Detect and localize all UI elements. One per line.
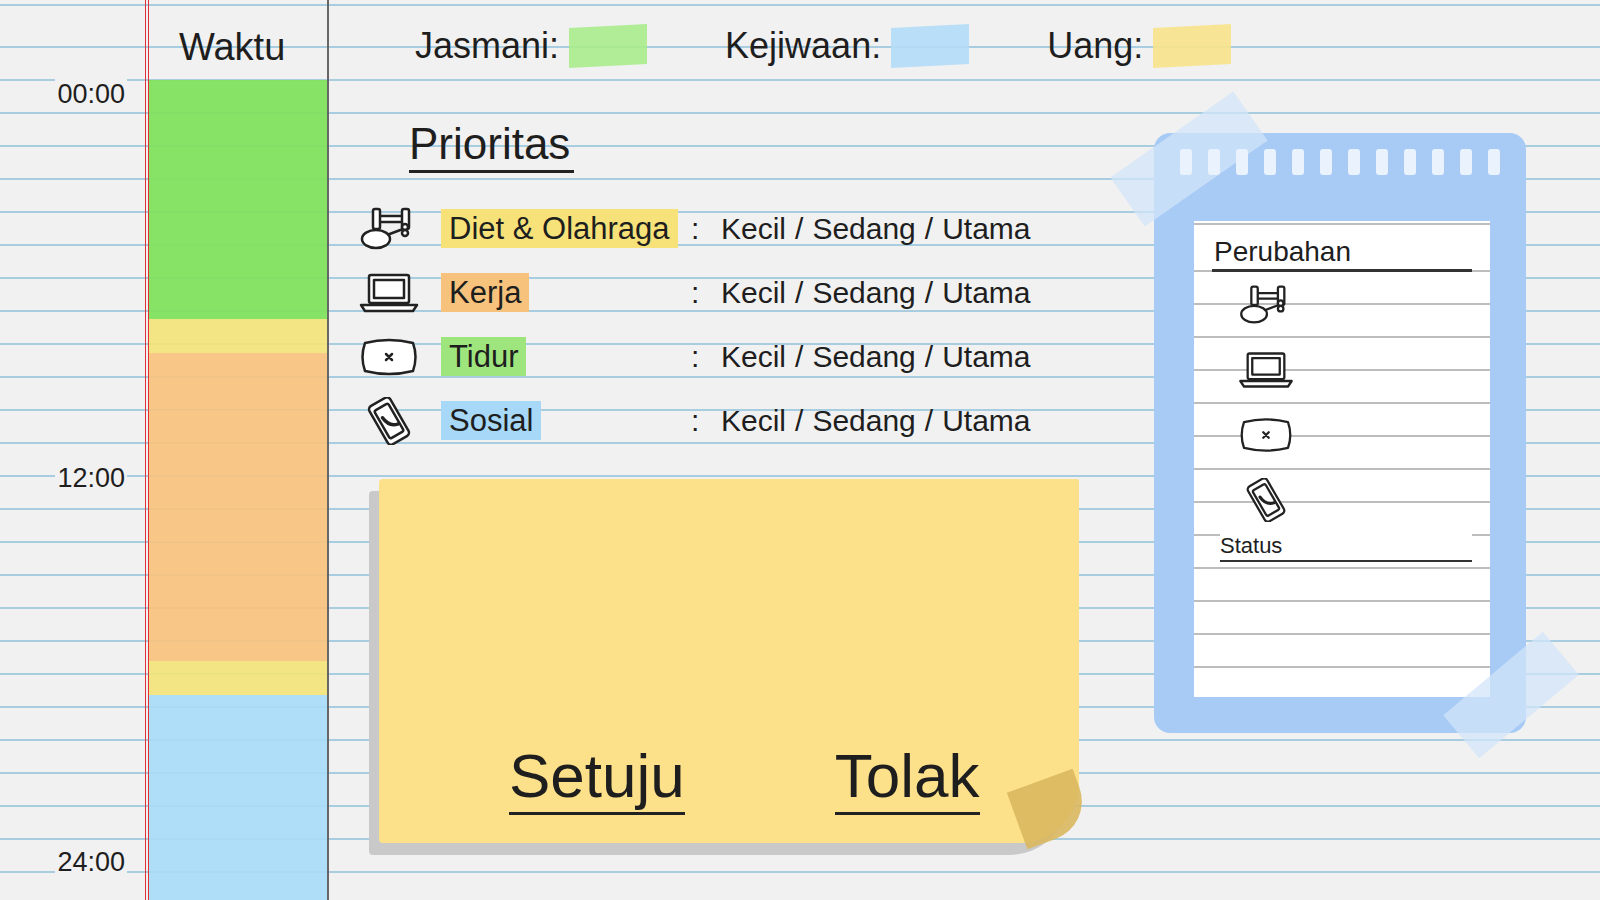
dumbbell-drumstick-icon [357,205,421,253]
laptop-icon [1236,348,1296,392]
priority-label: Sosial [441,401,541,440]
priority-option[interactable]: Sedang [812,212,915,246]
legend-item: Jasmani: [415,25,647,67]
time-axis: 00:00 12:00 24:00 [0,0,149,900]
priority-option[interactable]: Sedang [812,276,915,310]
priority-option[interactable]: Sedang [812,340,915,374]
note-curl [1007,769,1093,849]
phone-icon [357,397,421,445]
priority-options: Kecil/Sedang/Utama [721,340,1031,374]
change-row [1212,337,1472,402]
pillow-icon [357,333,421,381]
priority-option[interactable]: Utama [942,404,1030,438]
priority-option[interactable]: Kecil [721,212,786,246]
main-area: Jasmani: Kejiwaan: Uang: Prioritas Diet & Ol… [329,0,1600,900]
planner-screen: 00:00 12:00 24:00 Waktu Jasmani: Kejiwaan: Uan… [0,0,1600,900]
legend-item: Kejiwaan: [725,25,969,67]
time-label: 00:00 [55,78,127,110]
changes-title: Perubahan [1212,235,1472,272]
priorities-title: Prioritas [409,118,574,173]
legend-swatch [569,24,647,68]
sticky-note: Setuju Tolak [379,479,1079,843]
priority-option[interactable]: Utama [942,212,1030,246]
time-header: Waktu [149,0,327,80]
time-label: 24:00 [55,846,127,878]
legend: Jasmani: Kejiwaan: Uang: [329,0,1600,80]
schedule-block [149,695,327,900]
time-column: Waktu [149,0,329,900]
schedule [149,80,327,900]
decision-button[interactable]: Tolak [835,740,980,815]
priority-option[interactable]: Utama [942,340,1030,374]
schedule-block [149,353,327,660]
notepad-binding [1180,149,1500,175]
priority-row: Kerja:Kecil/Sedang/Utama [357,261,1079,325]
priority-row: Sosial:Kecil/Sedang/Utama [357,389,1079,453]
dumbbell-drumstick-icon [1236,283,1296,327]
priority-list: Diet & Olahraga:Kecil/Sedang/UtamaKerja:… [357,197,1079,453]
priority-label: Diet & Olahraga [441,209,678,248]
change-row [1212,402,1472,467]
priority-row: Diet & Olahraga:Kecil/Sedang/Utama [357,197,1079,261]
change-row [1212,272,1472,337]
priority-options: Kecil/Sedang/Utama [721,276,1031,310]
priority-option[interactable]: Kecil [721,340,786,374]
status-label: Status [1220,532,1472,562]
changes-paper: Perubahan Status [1194,221,1490,697]
pillow-icon [1236,413,1296,457]
schedule-block [149,80,327,319]
change-row [1212,467,1472,532]
laptop-icon [357,269,421,317]
schedule-block [149,319,327,353]
phone-icon [1236,478,1296,522]
legend-swatch [1153,24,1231,68]
priority-options: Kecil/Sedang/Utama [721,404,1031,438]
time-label: 12:00 [55,462,127,494]
priority-option[interactable]: Sedang [812,404,915,438]
priority-options: Kecil/Sedang/Utama [721,212,1031,246]
priority-option[interactable]: Kecil [721,404,786,438]
priority-option[interactable]: Utama [942,276,1030,310]
priority-label: Kerja [441,273,529,312]
legend-item: Uang: [1047,25,1231,67]
legend-swatch [891,24,969,68]
changes-notepad: Perubahan Status [1154,133,1526,733]
decision-button[interactable]: Setuju [509,740,685,815]
priority-option[interactable]: Kecil [721,276,786,310]
priority-label: Tidur [441,337,526,376]
priority-row: Tidur:Kecil/Sedang/Utama [357,325,1079,389]
schedule-block [149,661,327,695]
